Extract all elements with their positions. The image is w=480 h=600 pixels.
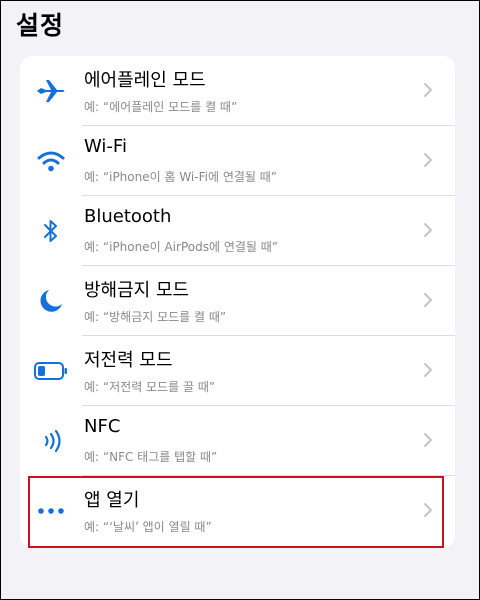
list-item-bluetooth[interactable]: Bluetooth 예: “iPhone이 AirPods에 연결될 때” bbox=[20, 196, 455, 266]
ellipsis-icon bbox=[34, 496, 68, 526]
nfc-icon bbox=[34, 426, 68, 456]
wifi-icon bbox=[34, 146, 68, 176]
bluetooth-icon bbox=[34, 216, 68, 246]
list-item-title: 에어플레인 모드 bbox=[84, 70, 206, 91]
list-item-low-power-mode[interactable]: 저전력 모드 예: “저전력 모드를 끌 때” bbox=[20, 336, 455, 406]
list-item-title: Bluetooth bbox=[84, 206, 172, 227]
list-item-title: 저전력 모드 bbox=[84, 350, 173, 371]
list-item-title: NFC bbox=[84, 416, 121, 437]
chevron-right-icon bbox=[424, 503, 432, 517]
list-item-subtitle: 예: “저전력 모드를 끌 때” bbox=[84, 380, 216, 394]
list-item-airplane-mode[interactable]: 에어플레인 모드 예: “에어플레인 모드를 켤 때” bbox=[20, 56, 455, 126]
chevron-right-icon bbox=[424, 433, 432, 447]
chevron-right-icon bbox=[424, 363, 432, 377]
moon-icon bbox=[34, 286, 68, 316]
list-item-wifi[interactable]: Wi-Fi 예: “iPhone이 홈 Wi-Fi에 연결될 때” bbox=[20, 126, 455, 196]
list-item-do-not-disturb[interactable]: 방해금지 모드 예: “방해금지 모드를 켤 때” bbox=[20, 266, 455, 336]
chevron-right-icon bbox=[424, 293, 432, 307]
chevron-right-icon bbox=[424, 223, 432, 237]
page-title: 설정 bbox=[16, 11, 65, 40]
list-item-subtitle: 예: “방해금지 모드를 켤 때” bbox=[84, 310, 227, 324]
battery-icon bbox=[34, 356, 68, 386]
airplane-icon bbox=[34, 76, 68, 106]
list-item-title: Wi-Fi bbox=[84, 136, 127, 157]
list-item-title: 방해금지 모드 bbox=[84, 280, 190, 301]
list-item-open-app[interactable]: 앱 열기 예: “‘날씨’ 앱이 열릴 때” bbox=[20, 476, 455, 548]
trigger-list: 에어플레인 모드 예: “에어플레인 모드를 켤 때” Wi-Fi 예: “iP… bbox=[20, 56, 455, 548]
list-item-subtitle: 예: “에어플레인 모드를 켤 때” bbox=[84, 100, 238, 114]
list-item-subtitle: 예: “NFC 태그를 탭할 때” bbox=[84, 450, 218, 464]
list-item-subtitle: 예: “‘날씨’ 앱이 열릴 때” bbox=[84, 520, 212, 534]
list-item-title: 앱 열기 bbox=[84, 490, 140, 511]
list-item-subtitle: 예: “iPhone이 AirPods에 연결될 때” bbox=[84, 240, 279, 254]
chevron-right-icon bbox=[424, 153, 432, 167]
list-item-subtitle: 예: “iPhone이 홈 Wi-Fi에 연결될 때” bbox=[84, 170, 278, 184]
list-item-nfc[interactable]: NFC 예: “NFC 태그를 탭할 때” bbox=[20, 406, 455, 476]
chevron-right-icon bbox=[424, 83, 432, 97]
